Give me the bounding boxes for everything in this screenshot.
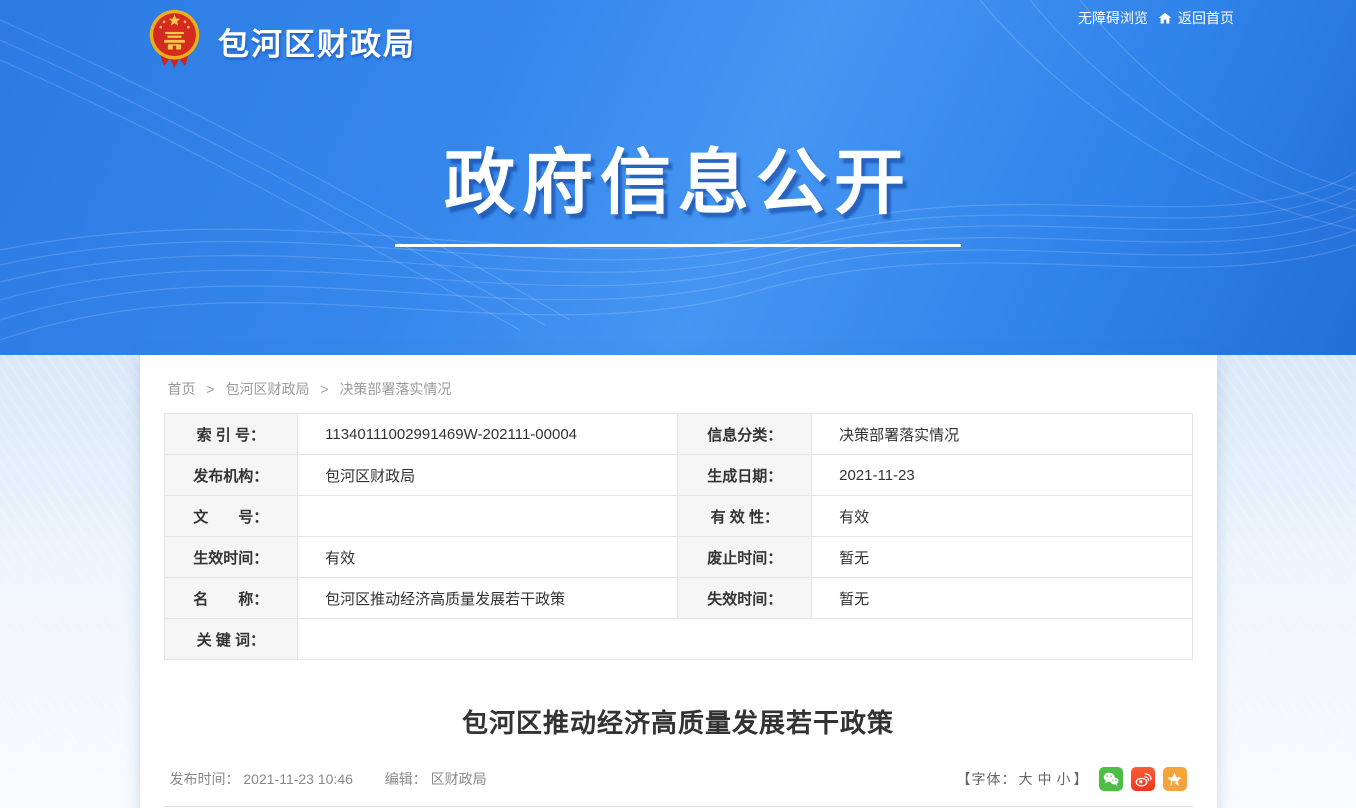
field-label-keywords: 关 键 词：	[164, 619, 298, 660]
banner-title-block: 政府信息公开	[0, 126, 1356, 247]
field-value-info-category: 决策部署落实情况	[812, 414, 1192, 455]
star-icon	[1166, 771, 1183, 788]
font-size-medium-button[interactable]: 中	[1038, 771, 1053, 787]
breadcrumb-home[interactable]: 首页	[168, 381, 196, 397]
font-size-control: 【字体：大中小】	[957, 769, 1089, 789]
field-label-expiry-time: 失效时间：	[678, 578, 812, 619]
publish-time-value: 2021-11-23 10:46	[243, 771, 353, 787]
home-link[interactable]: 返回首页	[1157, 8, 1234, 28]
field-value-validity: 有效	[812, 496, 1192, 537]
font-size-suffix: 】	[1074, 771, 1089, 787]
table-row: 索 引 号： 11340111002991469W-202111-00004 信…	[164, 414, 1192, 455]
field-label-validity: 有 效 性：	[678, 496, 812, 537]
breadcrumb: 首页 > 包河区财政局 > 决策部署落实情况	[164, 355, 1193, 413]
font-size-small-button[interactable]: 小	[1057, 771, 1072, 787]
banner-underline	[395, 244, 961, 247]
table-row: 关 键 词：	[164, 619, 1192, 660]
home-link-label: 返回首页	[1178, 8, 1234, 28]
publish-time-label: 发布时间：	[170, 771, 240, 787]
page-banner: 无障碍浏览 返回首页 包河区财政局 政府信息公开	[0, 0, 1356, 355]
wechat-share-button[interactable]	[1099, 767, 1123, 791]
table-row: 生效时间： 有效 废止时间： 暂无	[164, 537, 1192, 578]
field-label-generate-date: 生成日期：	[678, 455, 812, 496]
national-emblem-logo	[144, 7, 205, 70]
field-label-index-number: 索 引 号：	[164, 414, 298, 455]
field-value-keywords	[298, 619, 1192, 660]
banner-title: 政府信息公开	[0, 126, 1356, 228]
field-value-expiry-time: 暂无	[812, 578, 1192, 619]
field-value-doc-number	[298, 496, 678, 537]
article-tools: 【字体：大中小】	[957, 767, 1187, 791]
field-value-abolish-time: 暂无	[812, 537, 1192, 578]
field-label-effective-time: 生效时间：	[164, 537, 298, 578]
breadcrumb-separator: >	[320, 381, 328, 397]
font-size-prefix: 【字体：	[957, 771, 1017, 787]
qzone-favorite-button[interactable]	[1163, 767, 1187, 791]
breadcrumb-current: 决策部署落实情况	[339, 381, 451, 397]
field-value-generate-date: 2021-11-23	[812, 455, 1192, 496]
wechat-icon	[1102, 771, 1120, 787]
field-label-info-category: 信息分类：	[678, 414, 812, 455]
breadcrumb-separator: >	[206, 381, 214, 397]
site-brand[interactable]: 包河区财政局	[144, 7, 416, 70]
topbar: 无障碍浏览 返回首页	[1078, 8, 1234, 28]
share-buttons	[1099, 767, 1187, 791]
field-value-effective-time: 有效	[298, 537, 678, 578]
document-info-table: 索 引 号： 11340111002991469W-202111-00004 信…	[164, 413, 1193, 660]
field-value-index-number: 11340111002991469W-202111-00004	[298, 414, 678, 455]
weibo-share-button[interactable]	[1131, 767, 1155, 791]
breadcrumb-bureau[interactable]: 包河区财政局	[225, 381, 309, 397]
editor-value: 区财政局	[431, 771, 487, 787]
field-label-doc-number: 文 号：	[164, 496, 298, 537]
table-row: 名 称： 包河区推动经济高质量发展若干政策 失效时间： 暂无	[164, 578, 1192, 619]
site-name: 包河区财政局	[218, 19, 416, 64]
field-label-abolish-time: 废止时间：	[678, 537, 812, 578]
field-label-name: 名 称：	[164, 578, 298, 619]
weibo-icon	[1134, 771, 1152, 788]
table-row: 文 号： 有 效 性： 有效	[164, 496, 1192, 537]
article-meta-row: 发布时间： 2021-11-23 10:46 编辑： 区财政局 【字体：大中小】	[164, 767, 1193, 791]
home-icon	[1157, 11, 1173, 26]
table-row: 发布机构： 包河区财政局 生成日期： 2021-11-23	[164, 455, 1192, 496]
content-divider	[164, 806, 1193, 807]
font-size-large-button[interactable]: 大	[1019, 771, 1034, 787]
article-meta: 发布时间： 2021-11-23 10:46 编辑： 区财政局	[170, 769, 487, 789]
content-card: 首页 > 包河区财政局 > 决策部署落实情况 索 引 号： 1134011100…	[140, 355, 1217, 808]
field-value-name: 包河区推动经济高质量发展若干政策	[298, 578, 678, 619]
editor-label: 编辑：	[385, 771, 427, 787]
field-value-publisher: 包河区财政局	[298, 455, 678, 496]
accessibility-link[interactable]: 无障碍浏览	[1078, 8, 1148, 28]
article-title: 包河区推动经济高质量发展若干政策	[164, 703, 1193, 740]
field-label-publisher: 发布机构：	[164, 455, 298, 496]
